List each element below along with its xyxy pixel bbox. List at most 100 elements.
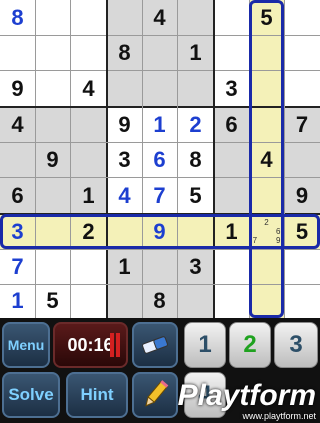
board-cell-r1c5[interactable]: 4: [142, 0, 177, 35]
solve-button-label: Solve: [8, 385, 54, 404]
board-cell-r6c4[interactable]: 4: [107, 177, 142, 214]
board-cell-r3c3[interactable]: 4: [70, 70, 107, 107]
cell-value: 9: [295, 182, 309, 208]
board-cell-r3c8[interactable]: [249, 70, 284, 107]
board-cell-r2c4[interactable]: 8: [107, 35, 142, 70]
board-cell-r5c6[interactable]: 8: [177, 142, 214, 177]
board-cell-r7c6[interactable]: [177, 214, 214, 249]
board-cell-r7c3[interactable]: 2: [70, 214, 107, 249]
board-cell-r6c6[interactable]: 5: [177, 177, 214, 214]
cell-value: 7: [295, 111, 309, 137]
board-cell-r4c7[interactable]: 6: [214, 107, 249, 142]
board-cell-r8c8[interactable]: [249, 249, 284, 284]
board-cell-r4c2[interactable]: [35, 107, 70, 142]
note-digit: 2: [264, 218, 269, 227]
board-cell-r6c9[interactable]: 9: [284, 177, 320, 214]
board-cell-r1c9[interactable]: [284, 0, 320, 35]
board-cell-r4c9[interactable]: 7: [284, 107, 320, 142]
board-cell-r7c7[interactable]: 1: [214, 214, 249, 249]
board-cell-r5c5[interactable]: 6: [142, 142, 177, 177]
board-cell-r9c1[interactable]: 1: [0, 284, 35, 318]
board-cell-r2c9[interactable]: [284, 35, 320, 70]
board-cell-r7c4[interactable]: [107, 214, 142, 249]
solve-button[interactable]: Solve: [2, 372, 60, 418]
board-cell-r2c7[interactable]: [214, 35, 249, 70]
cell-value: 4: [11, 111, 24, 137]
board-cell-r9c4[interactable]: [107, 284, 142, 318]
board-cell-r1c3[interactable]: [70, 0, 107, 35]
board-cell-r8c5[interactable]: [142, 249, 177, 284]
cell-value: 8: [153, 288, 166, 313]
board-cell-r2c1[interactable]: [0, 35, 35, 70]
board-cell-r8c6[interactable]: 3: [177, 249, 214, 284]
board-cell-r4c1[interactable]: 4: [0, 107, 35, 142]
board-cell-r9c5[interactable]: 8: [142, 284, 177, 318]
board-cell-r2c2[interactable]: [35, 35, 70, 70]
board-cell-r7c1[interactable]: 3: [0, 214, 35, 249]
board-cell-r2c6[interactable]: 1: [177, 35, 214, 70]
board-cell-r2c5[interactable]: [142, 35, 177, 70]
board-cell-r8c1[interactable]: 7: [0, 249, 35, 284]
number-button-3[interactable]: 3: [274, 322, 318, 368]
board-cell-r8c9[interactable]: [284, 249, 320, 284]
board-cell-r3c1[interactable]: 9: [0, 70, 35, 107]
board-cell-r9c3[interactable]: [70, 284, 107, 318]
number-button-2[interactable]: 2: [229, 322, 271, 368]
board-cell-r3c7[interactable]: 3: [214, 70, 249, 107]
board-cell-r5c3[interactable]: [70, 142, 107, 177]
board-cell-r4c5[interactable]: 1: [142, 107, 177, 142]
board-cell-r3c4[interactable]: [107, 70, 142, 107]
board-cell-r6c2[interactable]: [35, 177, 70, 214]
board-cell-r9c7[interactable]: [214, 284, 249, 318]
board-cell-r3c9[interactable]: [284, 70, 320, 107]
board-cell-r4c6[interactable]: 2: [177, 107, 214, 142]
board-cell-r9c6[interactable]: [177, 284, 214, 318]
board-cell-r4c8[interactable]: [249, 107, 284, 142]
pause-icon[interactable]: [110, 333, 120, 357]
eraser-button[interactable]: [132, 322, 178, 368]
board-cell-r3c6[interactable]: [177, 70, 214, 107]
board-cell-r2c3[interactable]: [70, 35, 107, 70]
board-cell-r8c4[interactable]: 1: [107, 249, 142, 284]
board-cell-r5c2[interactable]: 9: [35, 142, 70, 177]
grid-line: [70, 0, 71, 318]
timer-display: 00:16: [53, 322, 128, 368]
board-cell-r3c2[interactable]: [35, 70, 70, 107]
board-cell-r6c5[interactable]: 7: [142, 177, 177, 214]
board-cell-r7c9[interactable]: 5: [284, 214, 320, 249]
board-cell-r4c4[interactable]: 9: [107, 107, 142, 142]
board-cell-r8c2[interactable]: [35, 249, 70, 284]
menu-button[interactable]: Menu: [2, 322, 50, 368]
board-cell-r6c8[interactable]: [249, 177, 284, 214]
board-cell-r2c8[interactable]: [249, 35, 284, 70]
board-cell-r9c9[interactable]: [284, 284, 320, 318]
board-cell-r6c3[interactable]: 1: [70, 177, 107, 214]
board-cell-r3c5[interactable]: [142, 70, 177, 107]
board-cell-r1c6[interactable]: [177, 0, 214, 35]
grid-line: [0, 106, 320, 108]
board-cell-r4c3[interactable]: [70, 107, 107, 142]
board-cell-r8c7[interactable]: [214, 249, 249, 284]
board-cell-r1c1[interactable]: 8: [0, 0, 35, 35]
board-cell-r5c9[interactable]: [284, 142, 320, 177]
board-cell-r7c8[interactable]: 26 7 9: [249, 214, 284, 249]
board-cell-r5c1[interactable]: [0, 142, 35, 177]
board-cell-r1c8[interactable]: 5: [249, 0, 284, 35]
board-cell-r1c7[interactable]: [214, 0, 249, 35]
board-cell-r9c2[interactable]: 5: [35, 284, 70, 318]
board-cell-r6c7[interactable]: [214, 177, 249, 214]
board-cell-r5c8[interactable]: 4: [249, 142, 284, 177]
board-cell-r1c4[interactable]: [107, 0, 142, 35]
board-cell-r9c8[interactable]: [249, 284, 284, 318]
pencil-button[interactable]: [132, 372, 178, 418]
board-cell-r8c3[interactable]: [70, 249, 107, 284]
board-cell-r1c2[interactable]: [35, 0, 70, 35]
hint-button[interactable]: Hint: [66, 372, 128, 418]
board-cell-r7c2[interactable]: [35, 214, 70, 249]
board-cell-r6c1[interactable]: 6: [0, 177, 35, 214]
board-cell-r5c7[interactable]: [214, 142, 249, 177]
number-button-1[interactable]: 1: [184, 322, 226, 368]
board-cell-r5c4[interactable]: 3: [107, 142, 142, 177]
board-cell-r7c5[interactable]: 9: [142, 214, 177, 249]
cell-value: 9: [11, 75, 24, 101]
